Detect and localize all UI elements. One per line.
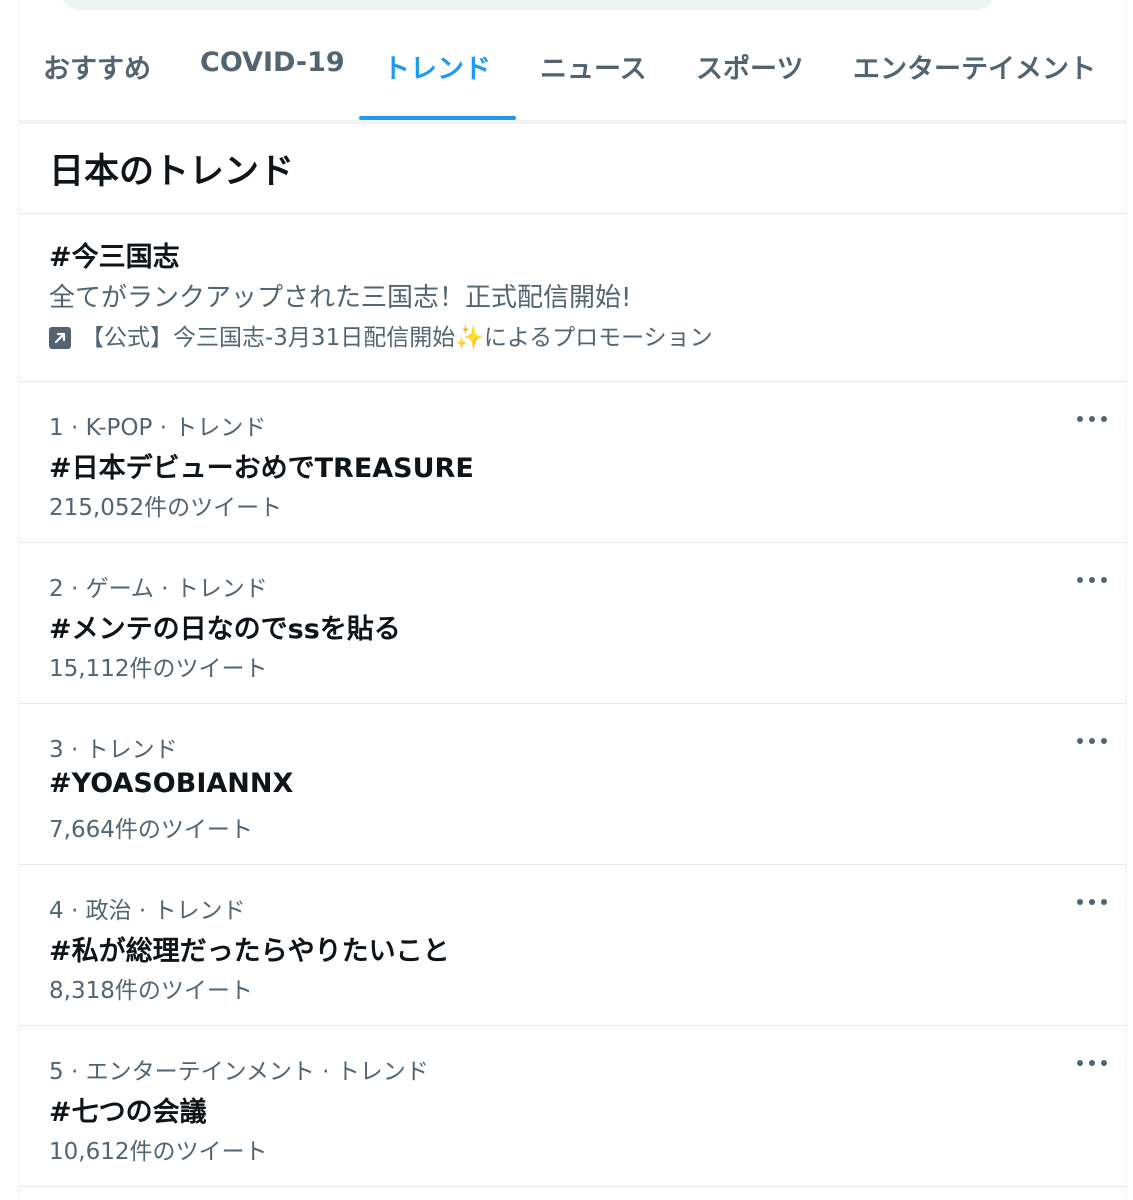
tab-news[interactable]: ニュース — [540, 24, 647, 120]
tab-trends[interactable]: トレンド — [383, 24, 491, 120]
promoted-trend-description: 全てがランクアップされた三国志！正式配信開始! — [49, 283, 632, 313]
more-icon[interactable] — [1075, 412, 1109, 426]
promoted-arrow-icon — [49, 327, 71, 349]
more-icon[interactable] — [1075, 895, 1109, 909]
tab-recommended[interactable]: おすすめ — [43, 24, 151, 120]
trend-meta: 3 · トレンド — [49, 737, 178, 763]
tab-entertainment[interactable]: エンターテイメント — [853, 24, 1096, 120]
trend-name: #七つの会議 — [49, 1097, 207, 1128]
explore-panel: おすすめ COVID-19 トレンド ニュース スポーツ エンターテイメント 日… — [18, 0, 1127, 1200]
trend-meta: 5 · エンターテインメント · トレンド — [49, 1059, 429, 1085]
divider — [19, 213, 1126, 214]
tabs-divider — [19, 120, 1126, 124]
promoted-by: 【公式】今三国志-3月31日配信開始✨によるプロモーション — [49, 318, 1089, 358]
trend-tweet-count: 10,612件のツイート — [49, 1139, 268, 1165]
trend-meta: 4 · 政治 · トレンド — [49, 898, 246, 924]
more-icon[interactable] — [1075, 1056, 1109, 1070]
promoted-by-label: 【公式】今三国志-3月31日配信開始✨によるプロモーション — [81, 325, 713, 351]
tab-sports[interactable]: スポーツ — [696, 24, 803, 120]
trend-item[interactable]: 2 · ゲーム · トレンド #メンテの日なのでssを貼る 15,112件のツイ… — [49, 543, 1109, 703]
trend-name: #日本デビューおめでTREASURE — [49, 453, 474, 484]
promoted-trend-title: #今三国志 — [49, 242, 180, 273]
more-icon[interactable] — [1075, 734, 1109, 748]
trend-item[interactable]: 1 · K-POP · トレンド #日本デビューおめでTREASURE 215,… — [49, 382, 1109, 542]
trend-tweet-count: 215,052件のツイート — [49, 495, 283, 521]
explore-tabs: おすすめ COVID-19 トレンド ニュース スポーツ エンターテイメント — [19, 24, 1126, 120]
trend-name: #私が総理だったらやりたいこと — [49, 936, 450, 967]
trend-item[interactable]: 4 · 政治 · トレンド #私が総理だったらやりたいこと 8,318件のツイー… — [49, 865, 1109, 1025]
trend-tweet-count: 7,664件のツイート — [49, 817, 253, 843]
trend-meta: 1 · K-POP · トレンド — [49, 415, 267, 441]
divider — [19, 1186, 1126, 1187]
tab-covid19[interactable]: COVID-19 — [200, 24, 345, 120]
trend-tweet-count: 8,318件のツイート — [49, 978, 253, 1004]
promoted-trend[interactable]: #今三国志 全てがランクアップされた三国志！正式配信開始! 【公式】今三国志-3… — [49, 238, 1089, 358]
trend-meta: 2 · ゲーム · トレンド — [49, 576, 268, 602]
trend-tweet-count: 15,112件のツイート — [49, 656, 268, 682]
trend-item[interactable]: 5 · エンターテインメント · トレンド #七つの会議 10,612件のツイー… — [49, 1026, 1109, 1186]
more-icon[interactable] — [1075, 573, 1109, 587]
trend-name: #メンテの日なのでssを貼る — [49, 614, 401, 645]
trend-item[interactable]: 3 · トレンド #YOASOBIANNX 7,664件のツイート — [49, 704, 1109, 864]
section-title: 日本のトレンド — [49, 152, 295, 192]
trend-name: #YOASOBIANNX — [49, 768, 294, 799]
